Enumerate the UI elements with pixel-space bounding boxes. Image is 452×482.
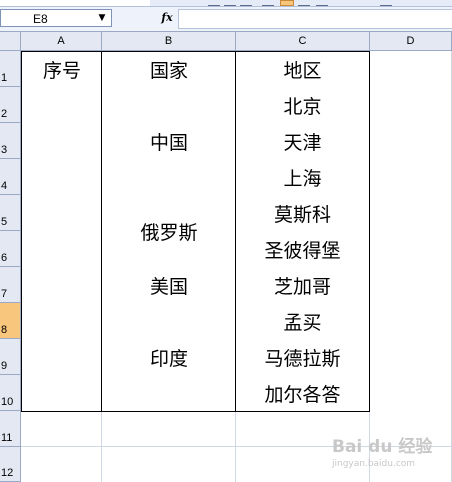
cell-a5-merged[interactable] bbox=[21, 195, 102, 268]
cell-text: 国家 bbox=[149, 60, 188, 82]
row-header-6[interactable]: 6 bbox=[0, 231, 21, 267]
watermark-text: Bai du 经验 bbox=[332, 437, 433, 457]
row-header-3[interactable]: 3 bbox=[0, 123, 21, 159]
country-text: 印度 bbox=[149, 347, 188, 370]
column-header-d[interactable]: D bbox=[370, 32, 452, 51]
cell-c5[interactable]: 莫斯科 bbox=[235, 195, 370, 232]
row-header-2[interactable]: 2 bbox=[0, 87, 21, 123]
distribute-icon[interactable] bbox=[298, 0, 310, 6]
region-text: 孟买 bbox=[283, 311, 322, 334]
column-label: A bbox=[57, 35, 65, 47]
country-text: 美国 bbox=[149, 275, 188, 298]
cell-c1[interactable]: 地区 bbox=[235, 51, 370, 88]
cell-c2[interactable]: 北京 bbox=[235, 87, 370, 124]
row-header-4[interactable]: 4 bbox=[0, 159, 21, 195]
cell-b5-merged[interactable]: 俄罗斯 bbox=[101, 195, 236, 268]
row-header-8[interactable]: 8 bbox=[0, 303, 21, 339]
row-header-1[interactable]: 1 bbox=[0, 51, 21, 87]
row-label: 1 bbox=[1, 72, 8, 84]
row-label: 11 bbox=[1, 432, 13, 444]
cell-c8[interactable]: 孟买 bbox=[235, 303, 370, 340]
column-header-b[interactable]: B bbox=[102, 32, 236, 51]
region-text: 马德拉斯 bbox=[264, 347, 341, 370]
row-header-7[interactable]: 7 bbox=[0, 267, 21, 303]
cell-c7[interactable]: 芝加哥 bbox=[235, 267, 370, 304]
row-label: 4 bbox=[1, 180, 8, 192]
country-text: 俄罗斯 bbox=[140, 221, 198, 244]
region-text: 圣彼得堡 bbox=[264, 239, 341, 262]
function-icon[interactable]: fx bbox=[158, 10, 176, 28]
cell-text: 序号 bbox=[42, 60, 81, 82]
row-header-10[interactable]: 10 bbox=[0, 375, 21, 411]
cell-a8-merged[interactable] bbox=[21, 303, 102, 412]
column-header-a[interactable]: A bbox=[21, 32, 102, 51]
align-right-icon[interactable] bbox=[240, 0, 252, 6]
toolbar-left-area bbox=[0, 0, 150, 6]
chevron-down-icon[interactable]: ▼ bbox=[95, 10, 109, 26]
cell-c6[interactable]: 圣彼得堡 bbox=[235, 231, 370, 268]
region-text: 莫斯科 bbox=[273, 203, 331, 226]
row-header-11[interactable]: 11 bbox=[0, 411, 21, 447]
format-painter-icon[interactable] bbox=[380, 0, 392, 6]
align-center-icon[interactable] bbox=[224, 0, 236, 6]
region-text: 加尔各答 bbox=[264, 383, 341, 406]
fill-icon[interactable] bbox=[316, 0, 328, 6]
column-label: C bbox=[298, 35, 307, 47]
region-text: 上海 bbox=[283, 167, 322, 190]
row-label: 12 bbox=[1, 467, 14, 479]
region-text: 天津 bbox=[283, 131, 322, 154]
formula-input[interactable] bbox=[178, 9, 452, 29]
watermark-sub: jingyan.baidu.com bbox=[332, 459, 416, 469]
row-label: 7 bbox=[1, 288, 8, 300]
merge-center-icon[interactable] bbox=[280, 0, 294, 6]
row-header-5[interactable]: 5 bbox=[0, 195, 21, 231]
row-label: 2 bbox=[1, 108, 8, 120]
column-label: D bbox=[406, 35, 415, 47]
cell-a1[interactable]: 序号 bbox=[21, 51, 102, 88]
cell-b1[interactable]: 国家 bbox=[101, 51, 236, 88]
row-label: 5 bbox=[1, 216, 8, 228]
cell-a7[interactable] bbox=[21, 267, 102, 304]
formula-bar: E8 ▼ fx bbox=[0, 7, 452, 32]
select-all-corner[interactable] bbox=[0, 32, 21, 51]
cell-text: 地区 bbox=[283, 60, 322, 82]
cell-c4[interactable]: 上海 bbox=[235, 159, 370, 196]
cell-a2-merged[interactable] bbox=[21, 87, 102, 196]
row-label: 8 bbox=[1, 324, 8, 336]
row-header-9[interactable]: 9 bbox=[0, 339, 21, 375]
cell-c9[interactable]: 马德拉斯 bbox=[235, 339, 370, 376]
cell-b8-merged[interactable]: 印度 bbox=[101, 303, 236, 412]
toolbar bbox=[0, 0, 452, 7]
column-header-c[interactable]: C bbox=[236, 32, 370, 51]
name-box-value: E8 bbox=[33, 12, 48, 26]
cell-b2-merged[interactable]: 中国 bbox=[101, 87, 236, 196]
column-label: B bbox=[164, 35, 173, 47]
row-label: 6 bbox=[1, 252, 8, 264]
row-label: 9 bbox=[1, 360, 8, 372]
watermark-main: Bai du 经验 bbox=[332, 432, 450, 457]
cell-b7[interactable]: 美国 bbox=[101, 267, 236, 304]
align-left-icon[interactable] bbox=[208, 0, 220, 6]
align-justify-icon[interactable] bbox=[262, 0, 274, 6]
region-text: 北京 bbox=[283, 95, 322, 118]
row-label: 10 bbox=[1, 396, 14, 408]
region-text: 芝加哥 bbox=[273, 275, 331, 298]
cell-c3[interactable]: 天津 bbox=[235, 123, 370, 160]
cell-c10[interactable]: 加尔各答 bbox=[235, 375, 370, 412]
country-text: 中国 bbox=[149, 131, 188, 154]
fx-label: fx bbox=[161, 11, 173, 24]
watermark: Bai du 经验 jingyan.baidu.com bbox=[332, 432, 450, 478]
row-header-12[interactable]: 12 bbox=[0, 447, 21, 482]
row-label: 3 bbox=[1, 144, 8, 156]
